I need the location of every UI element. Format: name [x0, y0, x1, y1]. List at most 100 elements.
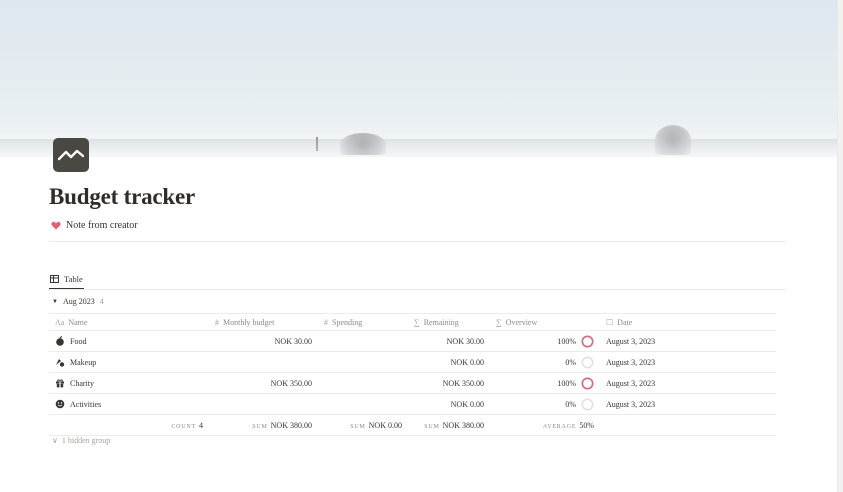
- table-row[interactable]: Charity NOK 350.00 NOK 350.00 100% Augus…: [49, 372, 776, 394]
- tab-table[interactable]: Table: [49, 270, 84, 289]
- column-header-spending[interactable]: # Spending: [318, 313, 408, 331]
- cell-budget[interactable]: NOK 350.00: [209, 372, 318, 394]
- budget-table: Aa Name # Monthly budget # Spending ∑ Remain…: [49, 313, 776, 436]
- number-property-icon: #: [215, 317, 219, 327]
- cell-overview[interactable]: 0%: [490, 351, 600, 373]
- table-icon: [50, 275, 59, 283]
- column-overview-label: Overview: [505, 317, 538, 327]
- formula-property-icon: ∑: [414, 317, 420, 327]
- calc-date[interactable]: [600, 414, 776, 436]
- row-name: Charity: [70, 378, 94, 388]
- number-property-icon: #: [324, 317, 328, 327]
- calc-spending[interactable]: SUM NOK 0.00: [318, 414, 408, 436]
- hidden-group-label: 1 hidden group: [61, 436, 111, 445]
- gift-icon: [56, 379, 64, 388]
- calc-value: NOK 0.00: [368, 420, 402, 430]
- cell-remaining[interactable]: NOK 350.00: [408, 372, 490, 394]
- calc-value: NOK 380.00: [442, 420, 484, 430]
- apple-icon: [56, 336, 64, 346]
- hidden-group-toggle[interactable]: ∨ 1 hidden group: [52, 436, 110, 445]
- trend-line-glyph: [58, 149, 84, 161]
- cell-name[interactable]: Charity: [49, 372, 209, 394]
- table-row[interactable]: Activities NOK 0.00 0% August 3, 2023: [49, 393, 776, 415]
- calc-label: AVERAGE: [542, 423, 577, 430]
- cover-haze: [0, 117, 838, 157]
- calc-label: COUNT: [171, 423, 196, 430]
- cell-budget[interactable]: [209, 393, 318, 415]
- calc-count[interactable]: COUNT 4: [49, 414, 209, 436]
- cell-name[interactable]: Makeup: [49, 351, 209, 373]
- column-name-label: Name: [68, 317, 88, 327]
- progress-ring: [581, 377, 594, 389]
- cell-name[interactable]: Activities: [49, 393, 209, 415]
- text-property-icon: Aa: [55, 317, 65, 327]
- overview-percent: 0%: [565, 357, 576, 367]
- page-title: Budget tracker: [49, 184, 196, 209]
- chevron-down-icon: ∨: [52, 436, 58, 445]
- calc-budget[interactable]: SUM NOK 380.00: [209, 414, 318, 436]
- cell-remaining[interactable]: NOK 30.00: [408, 330, 490, 352]
- cell-remaining[interactable]: NOK 0.00: [408, 393, 490, 415]
- cell-name[interactable]: Food: [49, 330, 209, 352]
- column-spending-label: Spending: [332, 317, 363, 327]
- column-budget-label: Monthly budget: [223, 317, 275, 327]
- overview-percent: 100%: [557, 378, 576, 388]
- calc-label: SUM: [424, 423, 440, 430]
- cell-date[interactable]: August 3, 2023: [600, 372, 776, 394]
- tab-label: Table: [64, 274, 83, 284]
- table-row[interactable]: Food NOK 30.00 NOK 30.00 100% August 3, …: [49, 330, 776, 352]
- cell-overview[interactable]: 100%: [490, 372, 600, 394]
- cell-budget[interactable]: [209, 351, 318, 373]
- view-tabs: Table: [49, 270, 786, 290]
- divider: [49, 241, 786, 242]
- cell-overview[interactable]: 100%: [490, 330, 600, 352]
- row-name: Activities: [70, 399, 102, 409]
- makeup-icon: [56, 359, 65, 367]
- overview-percent: 100%: [557, 336, 576, 346]
- cell-date[interactable]: August 3, 2023: [600, 393, 776, 415]
- table-header-row: Aa Name # Monthly budget # Spending ∑ Remain…: [49, 313, 776, 331]
- cell-date[interactable]: August 3, 2023: [600, 330, 776, 352]
- column-header-name[interactable]: Aa Name: [49, 313, 209, 331]
- column-header-budget[interactable]: # Monthly budget: [209, 313, 318, 331]
- triangle-down-icon: ▼: [52, 298, 58, 305]
- calc-value: 50%: [579, 420, 594, 430]
- column-header-overview[interactable]: ∑ Overview: [490, 313, 600, 331]
- smiley-icon: [55, 399, 65, 409]
- note-label: Note from creator: [66, 220, 138, 231]
- row-name: Food: [70, 336, 87, 346]
- progress-ring: [581, 335, 594, 347]
- column-date-label: Date: [617, 317, 633, 327]
- cell-spending[interactable]: [318, 330, 408, 352]
- cover-image[interactable]: [0, 0, 838, 157]
- column-header-remaining[interactable]: ∑ Remaining: [408, 313, 490, 331]
- cell-spending[interactable]: [318, 351, 408, 373]
- cell-budget[interactable]: NOK 30.00: [209, 330, 318, 352]
- scrollbar[interactable]: [837, 0, 843, 492]
- progress-ring: [581, 398, 594, 410]
- calc-label: SUM: [350, 423, 366, 430]
- row-name: Makeup: [70, 357, 97, 367]
- cell-overview[interactable]: 0%: [490, 393, 600, 415]
- calc-remaining[interactable]: SUM NOK 380.00: [408, 414, 490, 436]
- group-toggle[interactable]: ▼ Aug 2023 4: [52, 297, 104, 306]
- calculation-row: COUNT 4 SUM NOK 380.00 SUM NOK 0.00 SUM NOK …: [49, 414, 776, 436]
- group-count: 4: [99, 297, 104, 306]
- calendar-icon: ☐: [606, 317, 614, 327]
- cell-spending[interactable]: [318, 393, 408, 415]
- trend-chart-icon[interactable]: [53, 138, 89, 172]
- note-from-creator[interactable]: Note from creator: [51, 220, 138, 231]
- cell-spending[interactable]: [318, 372, 408, 394]
- calc-overview[interactable]: AVERAGE 50%: [490, 414, 600, 436]
- heart-icon: [51, 221, 61, 230]
- overview-percent: 0%: [565, 399, 576, 409]
- table-row[interactable]: Makeup NOK 0.00 0% August 3, 2023: [49, 351, 776, 373]
- progress-ring: [581, 356, 594, 368]
- calc-value: NOK 380.00: [270, 420, 312, 430]
- cell-remaining[interactable]: NOK 0.00: [408, 351, 490, 373]
- column-header-date[interactable]: ☐ Date: [600, 313, 776, 331]
- calc-label: SUM: [252, 423, 268, 430]
- group-label: Aug 2023: [62, 297, 95, 306]
- cell-date[interactable]: August 3, 2023: [600, 351, 776, 373]
- column-remaining-label: Remaining: [423, 317, 459, 327]
